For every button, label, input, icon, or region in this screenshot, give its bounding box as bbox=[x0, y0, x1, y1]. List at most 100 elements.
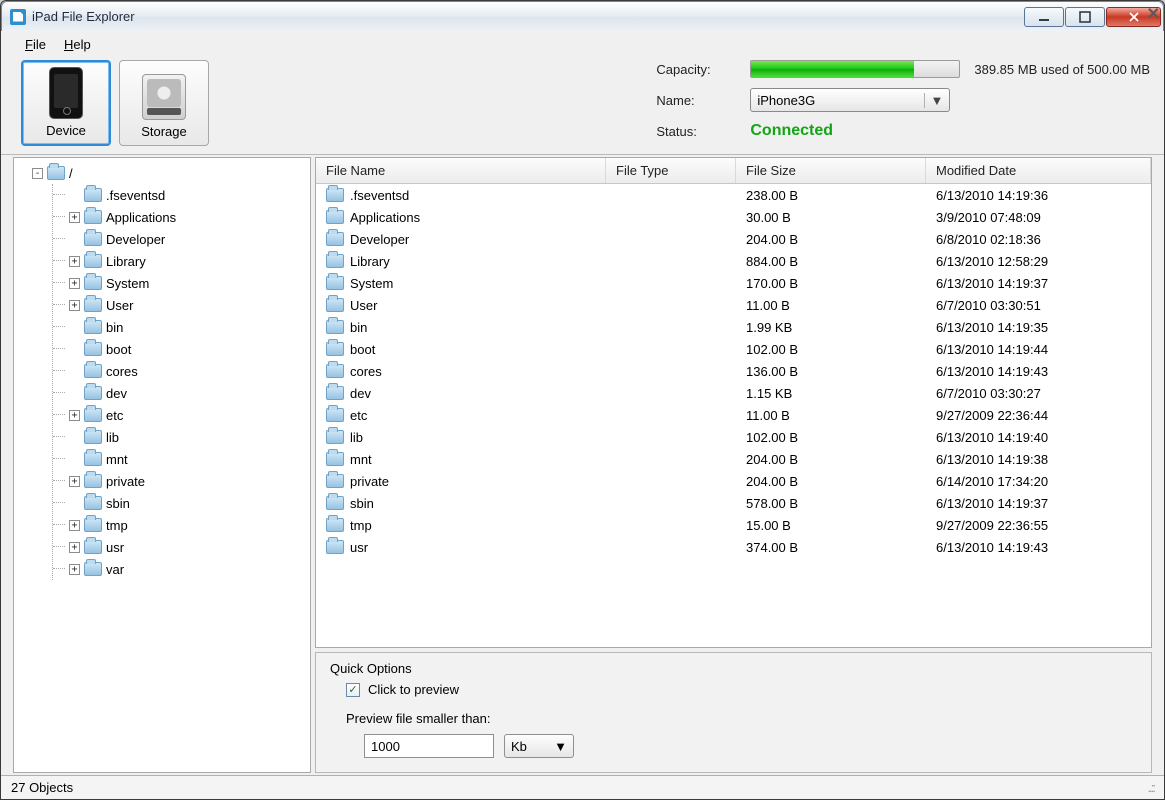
device-icon bbox=[49, 67, 83, 119]
file-size: 374.00 B bbox=[736, 540, 926, 555]
file-row[interactable]: etc 11.00 B 9/27/2009 22:36:44 bbox=[316, 404, 1151, 426]
tree-expand-icon[interactable]: + bbox=[69, 278, 80, 289]
file-name: usr bbox=[350, 540, 368, 555]
tree-expand-icon[interactable]: + bbox=[69, 476, 80, 487]
preview-smaller-label: Preview file smaller than: bbox=[346, 711, 1137, 726]
tree-root-label[interactable]: / bbox=[69, 166, 73, 181]
folder-icon bbox=[326, 320, 344, 334]
file-row[interactable]: Applications 30.00 B 3/9/2010 07:48:09 bbox=[316, 206, 1151, 228]
tree-item-label[interactable]: Applications bbox=[106, 210, 176, 225]
file-size: 884.00 B bbox=[736, 254, 926, 269]
tree-item-label[interactable]: private bbox=[106, 474, 145, 489]
tree-item-label[interactable]: mnt bbox=[106, 452, 128, 467]
file-size: 578.00 B bbox=[736, 496, 926, 511]
folder-icon bbox=[326, 452, 344, 466]
col-filetype[interactable]: File Type bbox=[606, 158, 736, 183]
col-filename[interactable]: File Name bbox=[316, 158, 606, 183]
list-header[interactable]: File Name File Type File Size Modified D… bbox=[316, 158, 1151, 184]
resize-grip-icon[interactable]: ..:: bbox=[1148, 780, 1154, 795]
tree-item-label[interactable]: cores bbox=[106, 364, 138, 379]
file-size: 102.00 B bbox=[736, 342, 926, 357]
tree-item-label[interactable]: bin bbox=[106, 320, 123, 335]
tree-collapse-icon[interactable]: - bbox=[32, 168, 43, 179]
tree-item-label[interactable]: dev bbox=[106, 386, 127, 401]
folder-icon bbox=[84, 474, 102, 488]
tree-item-label[interactable]: Developer bbox=[106, 232, 165, 247]
device-label: Device bbox=[46, 123, 86, 138]
file-date: 6/13/2010 14:19:38 bbox=[926, 452, 1151, 467]
file-row[interactable]: sbin 578.00 B 6/13/2010 14:19:37 bbox=[316, 492, 1151, 514]
tree-item-label[interactable]: .fseventsd bbox=[106, 188, 165, 203]
capacity-bar bbox=[750, 60, 960, 78]
file-row[interactable]: User 11.00 B 6/7/2010 03:30:51 bbox=[316, 294, 1151, 316]
file-date: 6/13/2010 14:19:35 bbox=[926, 320, 1151, 335]
file-name: mnt bbox=[350, 452, 372, 467]
tree-item-label[interactable]: lib bbox=[106, 430, 119, 445]
file-row[interactable]: cores 136.00 B 6/13/2010 14:19:43 bbox=[316, 360, 1151, 382]
maximize-button[interactable] bbox=[1065, 7, 1105, 27]
file-size: 170.00 B bbox=[736, 276, 926, 291]
preview-size-input[interactable]: 1000 bbox=[364, 734, 494, 758]
folder-icon bbox=[84, 188, 102, 202]
tree-expand-icon[interactable]: + bbox=[69, 564, 80, 575]
menu-file[interactable]: File bbox=[25, 37, 46, 52]
folder-icon bbox=[47, 166, 65, 180]
tree-expand-icon[interactable]: + bbox=[69, 542, 80, 553]
minimize-button[interactable] bbox=[1024, 7, 1064, 27]
file-row[interactable]: bin 1.99 KB 6/13/2010 14:19:35 bbox=[316, 316, 1151, 338]
tree-item-label[interactable]: Library bbox=[106, 254, 146, 269]
file-row[interactable]: .fseventsd 238.00 B 6/13/2010 14:19:36 bbox=[316, 184, 1151, 206]
file-row[interactable]: lib 102.00 B 6/13/2010 14:19:40 bbox=[316, 426, 1151, 448]
file-row[interactable]: Library 884.00 B 6/13/2010 12:58:29 bbox=[316, 250, 1151, 272]
folder-icon bbox=[326, 232, 344, 246]
tree-expand-icon[interactable]: + bbox=[69, 520, 80, 531]
tree-expand-icon[interactable]: + bbox=[69, 410, 80, 421]
device-button[interactable]: Device bbox=[21, 60, 111, 146]
tree-item-label[interactable]: sbin bbox=[106, 496, 130, 511]
file-row[interactable]: System 170.00 B 6/13/2010 14:19:37 bbox=[316, 272, 1151, 294]
folder-tree[interactable]: - / .fseventsd + Applications Developer … bbox=[13, 157, 311, 773]
file-date: 6/13/2010 14:19:43 bbox=[926, 364, 1151, 379]
file-size: 238.00 B bbox=[736, 188, 926, 203]
file-name: User bbox=[350, 298, 377, 313]
tree-expand-icon[interactable]: + bbox=[69, 300, 80, 311]
file-row[interactable]: tmp 15.00 B 9/27/2009 22:36:55 bbox=[316, 514, 1151, 536]
menu-help[interactable]: Help bbox=[64, 37, 91, 52]
tree-item-label[interactable]: tmp bbox=[106, 518, 128, 533]
preview-checkbox[interactable]: ✓ bbox=[346, 683, 360, 697]
tree-item-label[interactable]: etc bbox=[106, 408, 123, 423]
file-list[interactable]: File Name File Type File Size Modified D… bbox=[315, 157, 1152, 648]
tree-item-label[interactable]: usr bbox=[106, 540, 124, 555]
file-row[interactable]: Developer 204.00 B 6/8/2010 02:18:36 bbox=[316, 228, 1151, 250]
folder-icon bbox=[84, 254, 102, 268]
tree-expand-icon[interactable]: + bbox=[69, 256, 80, 267]
folder-icon bbox=[84, 298, 102, 312]
file-size: 204.00 B bbox=[736, 452, 926, 467]
file-row[interactable]: boot 102.00 B 6/13/2010 14:19:44 bbox=[316, 338, 1151, 360]
file-row[interactable]: mnt 204.00 B 6/13/2010 14:19:38 bbox=[316, 448, 1151, 470]
col-modified[interactable]: Modified Date bbox=[926, 158, 1151, 183]
tree-item-label[interactable]: User bbox=[106, 298, 133, 313]
storage-button[interactable]: Storage bbox=[119, 60, 209, 146]
folder-icon bbox=[326, 496, 344, 510]
col-filesize[interactable]: File Size bbox=[736, 158, 926, 183]
file-name: lib bbox=[350, 430, 363, 445]
file-name: tmp bbox=[350, 518, 372, 533]
storage-icon bbox=[142, 74, 186, 120]
quick-options-panel: Quick Options ✓ Click to preview Preview… bbox=[315, 652, 1152, 773]
preview-unit-select[interactable]: Kb ▼ bbox=[504, 734, 574, 758]
tree-item-label[interactable]: var bbox=[106, 562, 124, 577]
file-row[interactable]: usr 374.00 B 6/13/2010 14:19:43 bbox=[316, 536, 1151, 558]
name-value: iPhone3G bbox=[757, 93, 815, 108]
tree-item-label[interactable]: boot bbox=[106, 342, 131, 357]
folder-icon bbox=[326, 298, 344, 312]
tree-expand-icon[interactable]: + bbox=[69, 212, 80, 223]
file-date: 9/27/2009 22:36:44 bbox=[926, 408, 1151, 423]
file-size: 30.00 B bbox=[736, 210, 926, 225]
file-row[interactable]: private 204.00 B 6/14/2010 17:34:20 bbox=[316, 470, 1151, 492]
file-row[interactable]: dev 1.15 KB 6/7/2010 03:30:27 bbox=[316, 382, 1151, 404]
name-select[interactable]: iPhone3G ▼ bbox=[750, 88, 950, 112]
quick-options-title: Quick Options bbox=[330, 661, 1137, 676]
file-date: 6/13/2010 14:19:36 bbox=[926, 188, 1151, 203]
tree-item-label[interactable]: System bbox=[106, 276, 149, 291]
